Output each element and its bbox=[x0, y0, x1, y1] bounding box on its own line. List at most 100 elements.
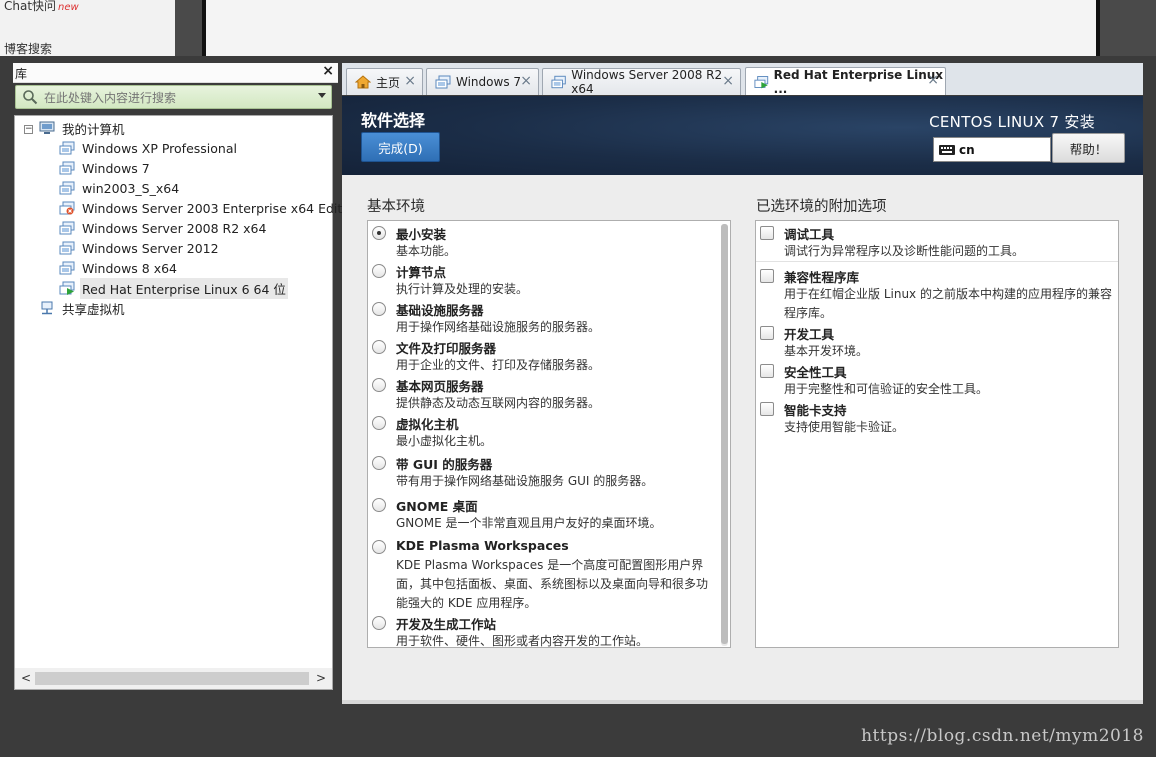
radio-button[interactable] bbox=[372, 302, 386, 316]
scroll-left-icon[interactable]: < bbox=[21, 671, 31, 685]
background-text: 博客搜索 bbox=[4, 42, 53, 56]
environment-desc: 提供静态及动态互联网内容的服务器。 bbox=[396, 396, 601, 410]
radio-button[interactable] bbox=[372, 456, 386, 470]
environment-desc: KDE Plasma Workspaces 是一个高度可配置图形用户界面，其中包… bbox=[396, 558, 709, 610]
home-icon bbox=[355, 75, 371, 89]
tree-item-vm[interactable]: Windows Server 2003 Enterprise x64 Editi… bbox=[59, 198, 363, 218]
scroll-thumb[interactable] bbox=[35, 672, 309, 685]
checkbox[interactable] bbox=[760, 269, 774, 283]
tree-label: win2003_S_x64 bbox=[82, 180, 180, 196]
environment-scrollbar[interactable] bbox=[721, 224, 728, 646]
tree-item-vm[interactable]: Windows 7 bbox=[59, 158, 152, 178]
vm-status-strip bbox=[342, 700, 1143, 704]
tree-item-shared[interactable]: 共享虚拟机 bbox=[39, 298, 127, 318]
library-title-bar: 库 × bbox=[13, 63, 338, 83]
close-icon[interactable]: × bbox=[722, 73, 734, 89]
radio-button[interactable] bbox=[372, 616, 386, 630]
checkbox[interactable] bbox=[760, 226, 774, 240]
tree-item-vm[interactable]: Windows Server 2008 R2 x64 bbox=[59, 218, 268, 238]
close-icon[interactable]: × bbox=[520, 73, 532, 89]
tree-item-vm[interactable]: Windows 8 x64 bbox=[59, 258, 179, 278]
vm-icon bbox=[59, 181, 75, 195]
environment-desc: 带有用于操作网络基础设施服务 GUI 的服务器。 bbox=[396, 474, 654, 488]
tab-home[interactable]: 主页 × bbox=[346, 68, 423, 95]
environment-title: 最小安装 bbox=[396, 227, 447, 242]
checkbox[interactable] bbox=[760, 326, 774, 340]
close-icon[interactable]: × bbox=[927, 72, 939, 88]
vm-running-icon bbox=[59, 281, 75, 295]
page-title: 软件选择 bbox=[361, 111, 426, 130]
computer-icon bbox=[39, 121, 55, 134]
tab-windows-server-2008[interactable]: Windows Server 2008 R2 x64 × bbox=[542, 68, 741, 96]
radio-button[interactable] bbox=[372, 378, 386, 392]
help-button[interactable]: 帮助！ bbox=[1052, 133, 1125, 163]
environment-title: 基本网页服务器 bbox=[396, 379, 484, 394]
close-icon[interactable]: × bbox=[404, 73, 416, 89]
environment-desc: 用于软件、硬件、图形或者内容开发的工作站。 bbox=[396, 634, 649, 648]
addon-title: 开发工具 bbox=[784, 327, 835, 342]
vm-icon bbox=[59, 221, 75, 235]
checkbox[interactable] bbox=[760, 402, 774, 416]
environment-desc: 最小虚拟化主机。 bbox=[396, 434, 493, 448]
search-input[interactable] bbox=[44, 89, 304, 106]
radio-button[interactable] bbox=[372, 416, 386, 430]
radio-button[interactable] bbox=[372, 498, 386, 512]
addons-list: 调试工具 调试行为异常程序以及诊断性能问题的工具。 兼容性程序库 用于在红帽企业… bbox=[755, 220, 1119, 648]
checkbox[interactable] bbox=[760, 364, 774, 378]
product-title: CENTOS LINUX 7 安装 bbox=[929, 113, 1095, 131]
tree-label: Windows 8 x64 bbox=[82, 260, 178, 276]
tree-label: Windows XP Professional bbox=[82, 140, 237, 156]
environment-title: KDE Plasma Workspaces bbox=[396, 538, 569, 553]
done-button[interactable]: 完成(D) bbox=[361, 132, 440, 162]
keyboard-layout-indicator[interactable]: cn bbox=[933, 137, 1051, 162]
vm-icon bbox=[551, 75, 566, 89]
environment-desc: 用于企业的文件、打印及存储服务器。 bbox=[396, 358, 601, 372]
divider bbox=[756, 261, 1118, 262]
library-close-icon[interactable]: × bbox=[322, 63, 334, 79]
library-search[interactable] bbox=[15, 85, 332, 109]
radio-button[interactable] bbox=[372, 264, 386, 278]
environment-desc: 用于操作网络基础设施服务的服务器。 bbox=[396, 320, 601, 334]
addon-title: 安全性工具 bbox=[784, 365, 847, 380]
tab-label: Windows 7 bbox=[456, 75, 522, 89]
tree-label: Red Hat Enterprise Linux 6 64 位 bbox=[80, 277, 288, 299]
tab-label: Windows Server 2008 R2 x64 bbox=[571, 68, 723, 96]
scroll-right-icon[interactable]: > bbox=[316, 671, 326, 685]
radio-button[interactable] bbox=[372, 226, 386, 240]
collapse-icon[interactable]: − bbox=[24, 125, 33, 134]
tab-windows-7[interactable]: Windows 7 × bbox=[426, 68, 539, 95]
environment-title: GNOME 桌面 bbox=[396, 499, 478, 514]
environment-title: 带 GUI 的服务器 bbox=[396, 457, 493, 472]
addon-title: 兼容性程序库 bbox=[784, 270, 860, 285]
vm-error-icon bbox=[59, 201, 75, 215]
tree-item-vm-selected[interactable]: Red Hat Enterprise Linux 6 64 位 bbox=[59, 277, 288, 299]
tree-item-my-computer[interactable]: − 我的计算机 bbox=[15, 118, 315, 138]
addon-desc: 支持使用智能卡验证。 bbox=[784, 420, 905, 434]
background-divider bbox=[1096, 0, 1100, 56]
environment-title: 计算节点 bbox=[396, 265, 447, 280]
tree-item-vm[interactable]: Windows Server 2012 bbox=[59, 238, 221, 258]
radio-button[interactable] bbox=[372, 340, 386, 354]
environment-desc: GNOME 是一个非常直观且用户友好的桌面环境。 bbox=[396, 516, 662, 530]
keyboard-icon bbox=[939, 145, 955, 155]
tree-item-vm[interactable]: Windows XP Professional bbox=[59, 138, 239, 158]
tab-red-hat-linux[interactable]: Red Hat Enterprise Linux ... × bbox=[745, 67, 946, 96]
radio-button[interactable] bbox=[372, 540, 386, 554]
tree-label: Windows 7 bbox=[82, 160, 150, 176]
tree-horizontal-scrollbar[interactable]: < > bbox=[14, 668, 333, 690]
environment-title: 文件及打印服务器 bbox=[396, 341, 497, 356]
tree-item-vm[interactable]: win2003_S_x64 bbox=[59, 178, 181, 198]
vm-icon bbox=[59, 141, 75, 155]
background-text: Chat快问 new bbox=[4, 0, 79, 13]
keyboard-layout-value: cn bbox=[959, 143, 975, 157]
tree-label: Windows Server 2008 R2 x64 bbox=[82, 220, 267, 236]
addon-title: 调试工具 bbox=[784, 227, 835, 242]
tab-label: 主页 bbox=[376, 75, 401, 90]
chevron-down-icon[interactable] bbox=[318, 93, 326, 98]
tree-label: 共享虚拟机 bbox=[62, 301, 125, 317]
environment-desc: 基本功能。 bbox=[396, 244, 457, 258]
vm-icon bbox=[59, 161, 75, 175]
tab-label: Red Hat Enterprise Linux ... bbox=[773, 67, 944, 96]
scroll-thumb[interactable] bbox=[721, 224, 728, 644]
tab-bar: 主页 × Windows 7 × Windows Server 2008 R2 … bbox=[342, 63, 1143, 96]
